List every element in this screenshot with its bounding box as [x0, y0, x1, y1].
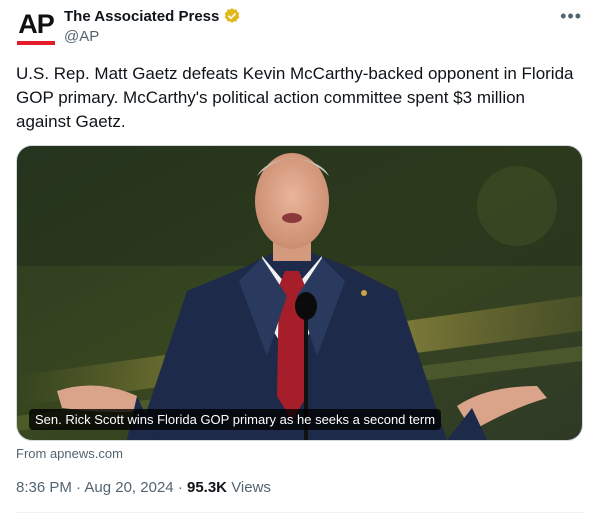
views-count: 95.3K [186, 479, 228, 496]
meta-separator: · [76, 479, 82, 496]
avatar[interactable]: AP [16, 8, 56, 48]
author-handle[interactable]: @AP [64, 28, 99, 45]
more-horizontal-icon[interactable]: ••• [560, 6, 582, 27]
tweet-date[interactable]: Aug 20, 2024 [84, 479, 173, 496]
tweet-meta: 8:36 PM · Aug 20, 2024 · 95.3K Views [16, 479, 271, 496]
ap-logo: AP [18, 9, 55, 39]
verified-badge-icon[interactable] [223, 7, 241, 25]
author-display-name[interactable]: The Associated Press [64, 8, 219, 25]
link-source[interactable]: From apnews.com [16, 446, 123, 461]
news-photo [17, 146, 582, 440]
author-name-row: The Associated Press [64, 7, 241, 25]
tweet-text: U.S. Rep. Matt Gaetz defeats Kevin McCar… [16, 64, 574, 131]
link-card-caption: Sen. Rick Scott wins Florida GOP primary… [29, 409, 442, 430]
divider [16, 512, 584, 513]
ap-logo-underline [17, 41, 55, 45]
link-card-image[interactable]: Sen. Rick Scott wins Florida GOP primary… [16, 145, 583, 441]
views-label: Views [231, 479, 271, 496]
meta-separator: · [177, 479, 183, 496]
tweet-time[interactable]: 8:36 PM [16, 479, 72, 496]
